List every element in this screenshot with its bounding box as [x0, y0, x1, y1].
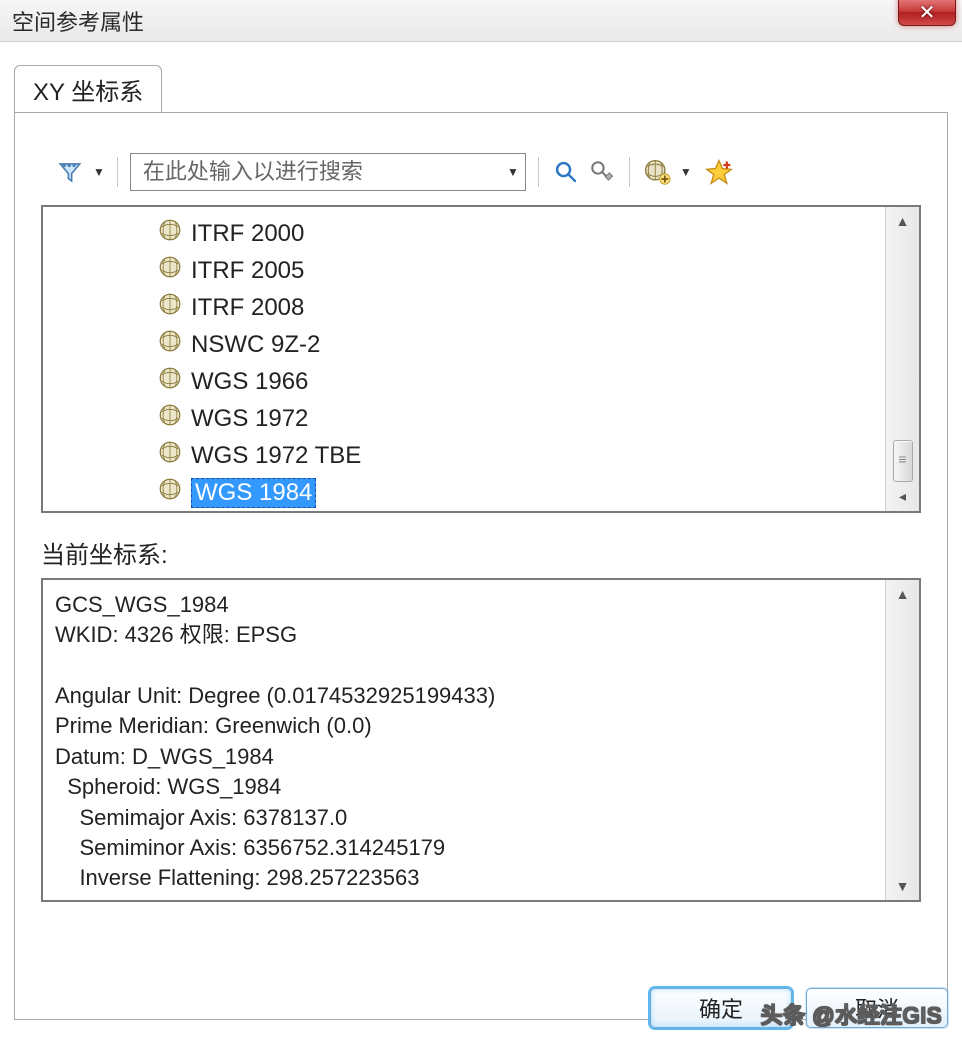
tree-content[interactable]: ITRF 2000 ITRF 2005 ITRF 2008 NSWC 9Z-2 …	[43, 207, 885, 511]
globe-icon	[157, 217, 183, 250]
ok-button[interactable]: 确定	[650, 988, 792, 1028]
tree-item[interactable]: WGS 1966	[157, 363, 879, 400]
coordinate-system-tree: ITRF 2000 ITRF 2005 ITRF 2008 NSWC 9Z-2 …	[41, 205, 921, 513]
client-area: XY 坐标系 ▼ ▼	[0, 42, 962, 1038]
globe-icon	[157, 439, 183, 472]
titlebar: 空间参考属性 ✕	[0, 0, 962, 42]
globe-icon	[157, 365, 183, 398]
scroll-thumb[interactable]	[893, 440, 913, 482]
separator	[117, 157, 118, 187]
crs-details-text: GCS_WGS_1984 WKID: 4326 权限: EPSG Angular…	[43, 580, 885, 900]
tree-item[interactable]: NSWC 9Z-2	[157, 326, 879, 363]
close-icon: ✕	[919, 0, 936, 25]
chevron-down-icon[interactable]: ▼	[507, 165, 519, 179]
tree-item[interactable]: ITRF 2000	[157, 215, 879, 252]
dialog-footer: 确定 取消	[650, 988, 948, 1028]
window-title: 空间参考属性	[12, 5, 144, 37]
separator	[538, 157, 539, 187]
globe-icon	[157, 476, 183, 509]
scroll-down-icon[interactable]: ◂	[899, 488, 906, 505]
tree-item[interactable]: WGS 1972	[157, 400, 879, 437]
tree-item-label: WGS 1984	[191, 478, 316, 508]
tab-xy-coordinate-system[interactable]: XY 坐标系	[14, 65, 162, 113]
toolbar: ▼ ▼	[55, 153, 921, 191]
cancel-button[interactable]: 取消	[806, 988, 948, 1028]
scroll-up-icon[interactable]: ▲	[896, 586, 910, 602]
tree-item-label: WGS 1972 TBE	[191, 442, 361, 470]
tree-item[interactable]: ITRF 2008	[157, 289, 879, 326]
tabset: XY 坐标系 ▼ ▼	[14, 64, 948, 1020]
tree-item-label: ITRF 2000	[191, 220, 304, 248]
funnel-icon[interactable]	[55, 157, 85, 187]
scrollbar[interactable]: ▲ ▼	[885, 580, 919, 900]
scroll-down-icon[interactable]: ▼	[896, 878, 910, 894]
tree-item-label: WGS 1966	[191, 368, 308, 396]
tree-item-label: ITRF 2008	[191, 294, 304, 322]
search-input[interactable]	[141, 158, 507, 186]
globe-icon	[157, 254, 183, 287]
scrollbar[interactable]: ▲ ◂	[885, 207, 919, 511]
separator	[629, 157, 630, 187]
favorite-add-icon[interactable]	[704, 157, 734, 187]
globe-icon	[157, 291, 183, 324]
tree-item[interactable]: ITRF 2005	[157, 252, 879, 289]
search-box[interactable]: ▼	[130, 153, 526, 191]
chevron-down-icon[interactable]: ▼	[680, 165, 692, 179]
tabpage: ▼ ▼	[14, 112, 948, 1020]
current-crs-label: 当前坐标系:	[41, 535, 921, 570]
tree-item-label: WGS 1972	[191, 405, 308, 433]
tree-item[interactable]: WGS 1972 TBE	[157, 437, 879, 474]
chevron-down-icon[interactable]: ▼	[93, 165, 105, 179]
tree-item-label: ITRF 2005	[191, 257, 304, 285]
tree-item[interactable]: WGS 1984	[157, 474, 879, 511]
close-button[interactable]: ✕	[898, 0, 956, 26]
globe-plus-icon[interactable]	[642, 157, 672, 187]
tree-item-label: NSWC 9Z-2	[191, 331, 320, 359]
wrench-magnifier-icon[interactable]	[587, 157, 617, 187]
magnifier-icon[interactable]	[551, 157, 581, 187]
globe-icon	[157, 402, 183, 435]
tab-label: XY 坐标系	[33, 79, 143, 106]
current-crs-details: GCS_WGS_1984 WKID: 4326 权限: EPSG Angular…	[41, 578, 921, 902]
scroll-up-icon[interactable]: ▲	[896, 213, 910, 229]
globe-icon	[157, 328, 183, 361]
